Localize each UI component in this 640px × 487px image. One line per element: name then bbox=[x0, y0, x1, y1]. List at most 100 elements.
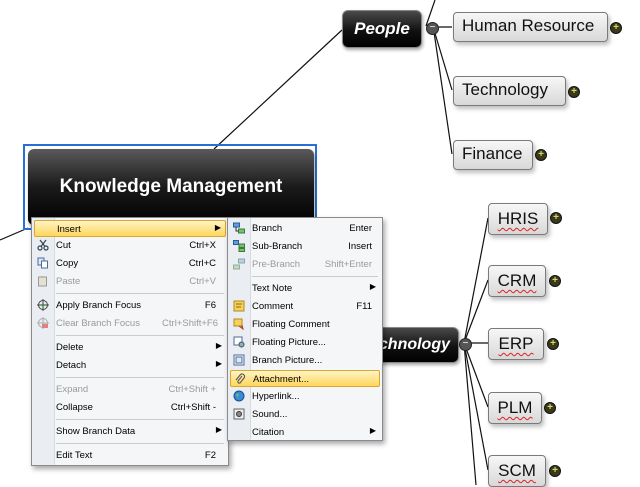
crm-node[interactable]: CRM bbox=[488, 265, 546, 297]
erp-expand-button[interactable]: + bbox=[547, 338, 559, 350]
menu-item-expand-shortcut: Ctrl+Shift + bbox=[168, 384, 216, 395]
menu-item-collapse[interactable]: Collapse Ctrl+Shift - bbox=[34, 399, 226, 416]
human-resource-node[interactable]: Human Resource bbox=[453, 12, 608, 42]
submenu-item-citation[interactable]: Citation ▶ bbox=[230, 424, 380, 441]
technology-collapse-button[interactable]: − bbox=[459, 338, 472, 351]
menu-item-show-branch-data-label: Show Branch Data bbox=[56, 426, 136, 437]
submenu-arrow-icon: ▶ bbox=[215, 425, 222, 434]
crm-expand-button[interactable]: + bbox=[549, 275, 561, 287]
submenu-item-comment-label: Comment bbox=[252, 301, 294, 312]
human-resource-expand-button[interactable]: + bbox=[610, 22, 622, 34]
submenu-arrow-icon: ▶ bbox=[215, 359, 222, 368]
submenu-item-sound-label: Sound... bbox=[252, 409, 288, 420]
comment-icon bbox=[233, 300, 245, 312]
submenu-item-sub-branch[interactable]: Sub-Branch Insert bbox=[230, 238, 380, 255]
submenu-item-floating-comment-label: Floating Comment bbox=[252, 319, 330, 330]
scm-expand-button[interactable]: + bbox=[549, 465, 561, 477]
submenu-item-sound[interactable]: Sound... bbox=[230, 406, 380, 423]
menu-item-detach[interactable]: Detach ▶ bbox=[34, 357, 226, 374]
menu-item-edit-text-label: Edit Text bbox=[56, 450, 93, 461]
menu-separator bbox=[56, 377, 224, 378]
submenu-arrow-icon: ▶ bbox=[369, 426, 376, 435]
submenu-arrow-icon: ▶ bbox=[369, 282, 376, 291]
floating-picture-icon bbox=[233, 336, 245, 348]
context-menu: Insert ▶ Cut Ctrl+X Copy Ctrl+C Paste Ct… bbox=[31, 217, 229, 466]
menu-item-apply-branch-focus-label: Apply Branch Focus bbox=[56, 300, 142, 311]
menu-item-edit-text[interactable]: Edit Text F2 bbox=[34, 447, 226, 464]
submenu-item-attachment-label: Attachment... bbox=[253, 374, 309, 385]
branch-icon bbox=[233, 222, 245, 234]
submenu-item-floating-comment[interactable]: Floating Comment bbox=[230, 316, 380, 333]
hris-expand-button[interactable]: + bbox=[550, 212, 562, 224]
submenu-item-branch-picture[interactable]: Branch Picture... bbox=[230, 352, 380, 369]
menu-item-paste[interactable]: Paste Ctrl+V bbox=[34, 273, 226, 290]
hris-node[interactable]: HRIS bbox=[488, 203, 548, 235]
plm-label: PLM bbox=[497, 398, 533, 417]
menu-item-copy-label: Copy bbox=[56, 258, 79, 269]
menu-item-cut[interactable]: Cut Ctrl+X bbox=[34, 237, 226, 254]
people-node-label: People bbox=[354, 19, 410, 38]
scm-node[interactable]: SCM bbox=[488, 455, 546, 487]
central-topic-label: Knowledge Management bbox=[59, 176, 283, 197]
menu-item-show-branch-data[interactable]: Show Branch Data ▶ bbox=[34, 423, 226, 440]
menu-item-insert[interactable]: Insert ▶ bbox=[34, 220, 226, 237]
menu-separator bbox=[56, 293, 224, 294]
clear-focus-icon bbox=[37, 317, 49, 329]
finance-expand-button[interactable]: + bbox=[535, 149, 547, 161]
menu-item-delete[interactable]: Delete ▶ bbox=[34, 339, 226, 356]
technology-leaf-expand-button[interactable]: + bbox=[568, 86, 580, 98]
technology-node-label: chnology bbox=[378, 336, 450, 353]
technology-node[interactable]: chnology bbox=[372, 327, 459, 363]
scm-label: SCM bbox=[498, 461, 536, 480]
finance-node[interactable]: Finance bbox=[453, 140, 533, 170]
submenu-item-comment-shortcut: F11 bbox=[356, 301, 372, 312]
submenu-item-branch[interactable]: Branch Enter bbox=[230, 220, 380, 237]
menu-item-paste-label: Paste bbox=[56, 276, 81, 287]
submenu-item-citation-label: Citation bbox=[252, 427, 285, 438]
technology-leaf-label: Technology bbox=[462, 80, 549, 99]
menu-item-insert-label: Insert bbox=[57, 224, 81, 235]
submenu-item-hyperlink-label: Hyperlink... bbox=[252, 391, 300, 402]
plm-node[interactable]: PLM bbox=[488, 392, 542, 424]
people-collapse-button[interactable]: − bbox=[426, 22, 439, 35]
submenu-item-branch-shortcut: Enter bbox=[349, 223, 372, 234]
erp-node[interactable]: ERP bbox=[488, 328, 544, 360]
submenu-item-pre-branch[interactable]: Pre-Branch Shift+Enter bbox=[230, 256, 380, 273]
submenu-item-sub-branch-label: Sub-Branch bbox=[252, 241, 303, 252]
hris-label: HRIS bbox=[497, 209, 539, 228]
submenu-item-pre-branch-label: Pre-Branch bbox=[252, 259, 301, 270]
crm-label: CRM bbox=[497, 271, 537, 290]
submenu-item-floating-picture-label: Floating Picture... bbox=[252, 337, 326, 348]
submenu-item-pre-branch-shortcut: Shift+Enter bbox=[324, 259, 372, 270]
finance-label: Finance bbox=[462, 144, 523, 163]
submenu-item-sub-branch-shortcut: Insert bbox=[348, 241, 372, 252]
people-node[interactable]: People bbox=[342, 10, 422, 48]
scissors-icon bbox=[37, 239, 49, 251]
submenu-item-comment[interactable]: Comment F11 bbox=[230, 298, 380, 315]
menu-item-apply-branch-focus[interactable]: Apply Branch Focus F6 bbox=[34, 297, 226, 314]
submenu-item-floating-picture[interactable]: Floating Picture... bbox=[230, 334, 380, 351]
menu-item-copy[interactable]: Copy Ctrl+C bbox=[34, 255, 226, 272]
menu-item-collapse-shortcut: Ctrl+Shift - bbox=[170, 402, 216, 413]
menu-item-clear-branch-focus[interactable]: Clear Branch Focus Ctrl+Shift+F6 bbox=[34, 315, 226, 332]
insert-submenu: Branch Enter Sub-Branch Insert Pre-Branc… bbox=[227, 217, 383, 441]
speaker-icon bbox=[233, 408, 245, 420]
plm-expand-button[interactable]: + bbox=[544, 402, 556, 414]
paperclip-icon bbox=[235, 373, 246, 384]
menu-separator bbox=[252, 276, 378, 277]
submenu-item-hyperlink[interactable]: Hyperlink... bbox=[230, 388, 380, 405]
technology-leaf-node[interactable]: Technology bbox=[453, 76, 566, 106]
menu-separator bbox=[56, 419, 224, 420]
globe-icon bbox=[233, 390, 245, 402]
menu-separator bbox=[56, 443, 224, 444]
menu-item-expand[interactable]: Expand Ctrl+Shift + bbox=[34, 381, 226, 398]
submenu-item-attachment[interactable]: Attachment... bbox=[230, 370, 380, 387]
central-topic-node[interactable]: Knowledge Management bbox=[28, 149, 314, 225]
menu-separator bbox=[56, 335, 224, 336]
menu-item-expand-label: Expand bbox=[56, 384, 89, 395]
human-resource-label: Human Resource bbox=[462, 16, 595, 35]
sub-branch-icon bbox=[233, 240, 245, 252]
menu-item-apply-branch-focus-shortcut: F6 bbox=[204, 300, 216, 311]
submenu-item-text-note[interactable]: Text Note ▶ bbox=[230, 280, 380, 297]
menu-item-edit-text-shortcut: F2 bbox=[204, 450, 216, 461]
